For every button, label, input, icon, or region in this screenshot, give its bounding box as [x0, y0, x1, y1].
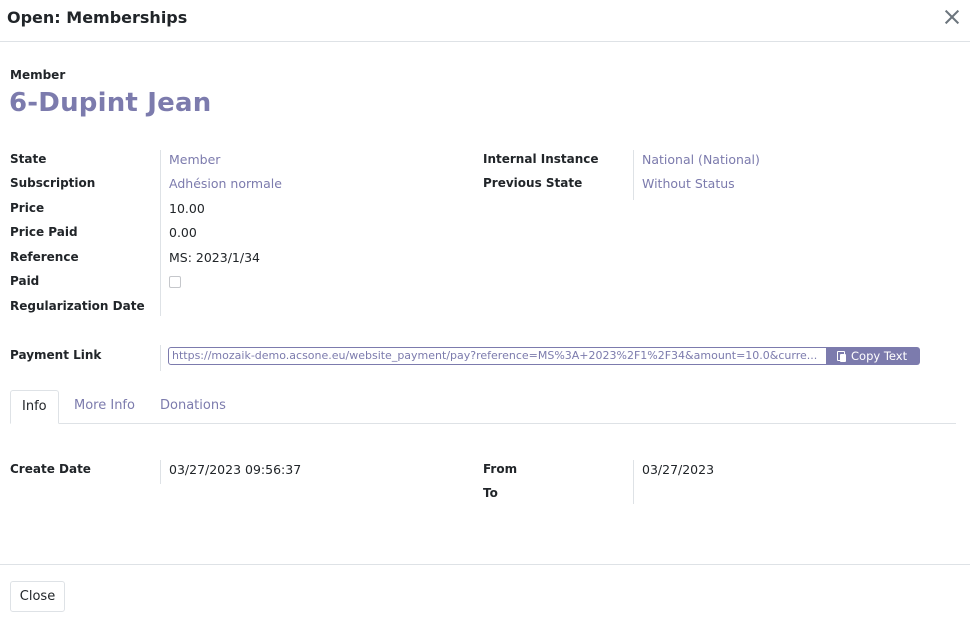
field-separator: [160, 150, 161, 316]
payment-link-label: Payment Link: [10, 348, 102, 362]
internal-instance-label: Internal Instance: [483, 152, 599, 166]
clipboard-icon: [837, 351, 846, 362]
previous-state-label: Previous State: [483, 176, 583, 190]
subscription-value[interactable]: Adhésion normale: [169, 176, 282, 191]
field-separator: [160, 460, 161, 484]
price-paid-value: 0.00: [169, 225, 197, 240]
field-separator: [633, 460, 634, 504]
copy-text-button[interactable]: Copy Text: [826, 347, 920, 365]
create-date-label: Create Date: [10, 462, 91, 476]
paid-checkbox[interactable]: [169, 276, 181, 288]
member-name: 6-Dupint Jean: [9, 88, 212, 118]
to-label: To: [483, 486, 498, 500]
close-button[interactable]: Close: [10, 581, 65, 612]
state-value[interactable]: Member: [169, 152, 220, 167]
internal-instance-value[interactable]: National (National): [642, 152, 760, 167]
tab-more-info[interactable]: More Info: [74, 390, 135, 424]
subscription-label: Subscription: [10, 176, 96, 190]
previous-state-value[interactable]: Without Status: [642, 176, 735, 191]
tab-info[interactable]: Info: [10, 390, 59, 424]
tab-donations[interactable]: Donations: [160, 390, 226, 424]
price-value: 10.00: [169, 201, 205, 216]
dialog-title: Open: Memberships: [7, 8, 188, 27]
reference-value: MS: 2023/1/34: [169, 250, 260, 265]
regularization-date-label: Regularization Date: [10, 299, 145, 313]
close-icon[interactable]: [944, 9, 960, 25]
dialog-footer: Close: [0, 564, 970, 620]
paid-label: Paid: [10, 274, 40, 288]
create-date-value: 03/27/2023 09:56:37: [169, 462, 302, 477]
payment-link-input[interactable]: https://mozaik-demo.acsone.eu/website_pa…: [168, 347, 827, 365]
price-paid-label: Price Paid: [10, 225, 78, 239]
field-separator: [633, 150, 634, 200]
price-label: Price: [10, 201, 45, 215]
field-separator: [160, 345, 161, 371]
from-value: 03/27/2023: [642, 462, 715, 477]
from-label: From: [483, 462, 518, 476]
dialog-header: Open: Memberships: [0, 0, 970, 42]
reference-label: Reference: [10, 250, 79, 264]
member-label: Member: [10, 68, 66, 82]
state-label: State: [10, 152, 47, 166]
tabs-divider: [10, 423, 956, 424]
copy-text-label: Copy Text: [851, 349, 908, 363]
